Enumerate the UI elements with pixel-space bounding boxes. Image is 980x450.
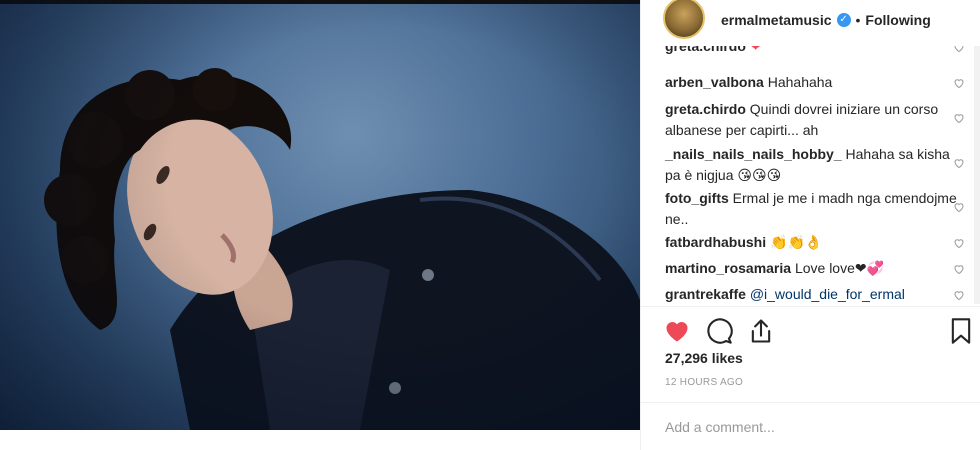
add-comment-bar: Add a comment... [641,402,980,450]
comment-item: grantrekaffe @i_would_die_for_ermal [665,284,964,304]
comment-item: foto_gifts Ermal je me i madh nga cmendo… [665,188,964,230]
comment-bubble-icon[interactable] [705,317,733,345]
post-header: ermalmetamusic ✓ • Following [641,0,980,40]
post-actions-bar [641,306,980,350]
comment-mention-link[interactable]: @i_would_die_for_ermal [750,286,905,302]
comment-item: greta.chirdo Quindi dovrei iniziare un c… [665,99,964,141]
comment-username[interactable]: arben_valbona [665,74,764,90]
post-sidebar: ermalmetamusic ✓ • Following greta.chird… [640,0,980,450]
comment-like-icon[interactable] [953,112,965,124]
post-timestamp[interactable]: 12 HOURS AGO [665,377,743,388]
bookmark-icon[interactable] [947,317,975,345]
comment-item: fatbardhabushi 👏👏👌 [665,232,964,253]
comment-like-icon[interactable] [953,201,965,213]
comment-username[interactable]: greta.chirdo [665,101,746,117]
share-icon[interactable] [747,317,775,345]
comment-username[interactable]: _nails_nails_nails_hobby_ [665,146,842,162]
comment-like-icon[interactable] [953,77,965,89]
comment-like-icon[interactable] [953,263,965,275]
comment-text: Love love❤💞 [794,260,885,276]
post-photo[interactable] [0,0,640,450]
comment-like-icon[interactable] [953,289,965,301]
comment-like-icon[interactable] [953,157,965,169]
separator-dot: • [855,12,861,28]
comment-username[interactable]: greta.chirdo [665,46,746,54]
verified-badge-icon: ✓ [836,13,851,27]
comment-username[interactable]: fatbardhabushi [665,234,766,250]
comment-text: 👏👏👌 [770,234,823,250]
comment-like-icon[interactable] [953,237,965,249]
comment-item: greta.chirdo ❤ [665,46,964,57]
following-button[interactable]: Following [865,12,930,28]
comment-text: Hahahaha [767,74,833,90]
like-heart-icon[interactable] [663,317,691,345]
photo-bottom-border [0,430,640,450]
comment-item: martino_rosamaria Love love❤💞 [665,258,964,279]
comment-username[interactable]: grantrekaffe [665,286,746,302]
comment-item: _nails_nails_nails_hobby_ Hahaha sa kish… [665,144,964,186]
comments-scrollbar[interactable] [974,46,980,304]
avatar[interactable] [663,0,705,39]
author-username[interactable]: ermalmetamusic [721,12,832,28]
comment-username[interactable]: foto_gifts [665,190,729,206]
comment-username[interactable]: martino_rosamaria [665,260,791,276]
comments-list[interactable]: greta.chirdo ❤ arben_valbona Hahahaha gr… [641,46,980,304]
comment-item: arben_valbona Hahahaha [665,72,964,93]
photo-vignette [0,0,640,450]
comment-like-icon[interactable] [953,46,965,53]
likes-count[interactable]: 27,296 likes [665,350,743,366]
comment-text: ❤ [749,46,762,54]
add-comment-input[interactable]: Add a comment... [665,419,775,435]
